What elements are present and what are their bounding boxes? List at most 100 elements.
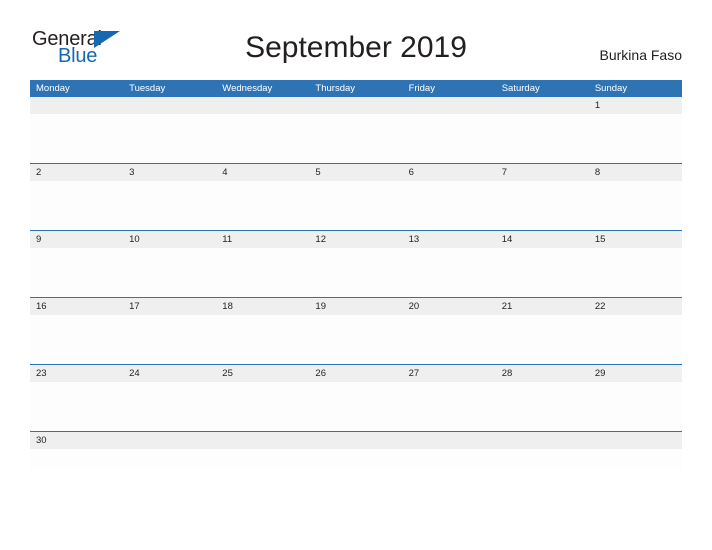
day-cell-number[interactable]: 18 [216, 298, 309, 315]
day-notes-cell[interactable] [589, 449, 682, 469]
day-cell-number[interactable]: 30 [30, 432, 123, 449]
day-cell-number[interactable] [30, 97, 123, 114]
day-cell-number[interactable]: 28 [496, 365, 589, 382]
day-notes-cell[interactable] [496, 315, 589, 364]
day-cell-number[interactable] [496, 432, 589, 449]
week-row: 1 [30, 97, 682, 163]
day-notes-cell[interactable] [123, 315, 216, 364]
weekday-header-tuesday: Tuesday [129, 83, 166, 94]
day-cell-number[interactable] [403, 432, 496, 449]
day-notes-cell[interactable] [403, 382, 496, 431]
day-cell-number[interactable] [496, 97, 589, 114]
week-notes-area [30, 382, 682, 431]
week-date-strip: 16 17 18 19 20 21 22 [30, 298, 682, 315]
day-cell-number[interactable] [403, 97, 496, 114]
day-cell-number[interactable]: 5 [309, 164, 402, 181]
day-cell-number[interactable]: 19 [309, 298, 402, 315]
week-notes-area [30, 315, 682, 364]
day-cell-number[interactable]: 10 [123, 231, 216, 248]
day-notes-cell[interactable] [30, 181, 123, 230]
day-notes-cell[interactable] [216, 248, 309, 297]
day-notes-cell[interactable] [123, 449, 216, 469]
day-cell-number[interactable]: 24 [123, 365, 216, 382]
day-notes-cell[interactable] [30, 382, 123, 431]
day-notes-cell[interactable] [309, 114, 402, 163]
day-cell-number[interactable]: 13 [403, 231, 496, 248]
region-label: Burkina Faso [599, 47, 682, 63]
day-notes-cell[interactable] [309, 181, 402, 230]
day-notes-cell[interactable] [496, 248, 589, 297]
day-cell-number[interactable]: 26 [309, 365, 402, 382]
day-notes-cell[interactable] [403, 449, 496, 469]
day-notes-cell[interactable] [30, 248, 123, 297]
day-notes-cell[interactable] [309, 248, 402, 297]
day-notes-cell[interactable] [30, 114, 123, 163]
weekday-header-wednesday: Wednesday [222, 83, 273, 94]
day-cell-number[interactable] [123, 432, 216, 449]
day-notes-cell[interactable] [496, 449, 589, 469]
day-notes-cell[interactable] [309, 315, 402, 364]
day-notes-cell[interactable] [403, 114, 496, 163]
day-notes-cell[interactable] [123, 248, 216, 297]
day-cell-number[interactable]: 16 [30, 298, 123, 315]
day-cell-number[interactable] [309, 432, 402, 449]
week-notes-area [30, 449, 682, 469]
day-notes-cell[interactable] [30, 315, 123, 364]
week-row: 16 17 18 19 20 21 22 [30, 297, 682, 364]
day-cell-number[interactable]: 22 [589, 298, 682, 315]
week-row: 23 24 25 26 27 28 29 [30, 364, 682, 431]
day-cell-number[interactable]: 21 [496, 298, 589, 315]
day-cell-number[interactable]: 14 [496, 231, 589, 248]
day-notes-cell[interactable] [123, 382, 216, 431]
day-cell-number[interactable]: 12 [309, 231, 402, 248]
weekday-header-saturday: Saturday [501, 83, 540, 94]
day-notes-cell[interactable] [589, 315, 682, 364]
day-notes-cell[interactable] [589, 114, 682, 163]
day-notes-cell[interactable] [496, 382, 589, 431]
day-cell-number[interactable]: 7 [496, 164, 589, 181]
day-cell-number[interactable]: 3 [123, 164, 216, 181]
day-cell-number[interactable]: 15 [589, 231, 682, 248]
day-notes-cell[interactable] [123, 114, 216, 163]
day-cell-number[interactable]: 25 [216, 365, 309, 382]
weekday-header-thursday: Thursday [315, 83, 356, 94]
day-cell-number[interactable]: 23 [30, 365, 123, 382]
day-notes-cell[interactable] [589, 382, 682, 431]
day-cell-number[interactable]: 11 [216, 231, 309, 248]
day-cell-number[interactable] [216, 97, 309, 114]
week-notes-area [30, 248, 682, 297]
calendar-page: General Blue September 2019 Burkina Faso… [0, 0, 712, 550]
day-cell-number[interactable]: 29 [589, 365, 682, 382]
day-cell-number[interactable]: 27 [403, 365, 496, 382]
day-notes-cell[interactable] [216, 449, 309, 469]
day-notes-cell[interactable] [216, 181, 309, 230]
day-notes-cell[interactable] [403, 315, 496, 364]
day-notes-cell[interactable] [216, 114, 309, 163]
day-notes-cell[interactable] [309, 382, 402, 431]
week-date-strip: 1 [30, 97, 682, 114]
day-cell-number[interactable]: 8 [589, 164, 682, 181]
day-cell-number[interactable] [216, 432, 309, 449]
day-notes-cell[interactable] [216, 315, 309, 364]
day-cell-number[interactable]: 17 [123, 298, 216, 315]
day-cell-number[interactable] [309, 97, 402, 114]
day-notes-cell[interactable] [496, 114, 589, 163]
day-cell-number[interactable]: 9 [30, 231, 123, 248]
day-notes-cell[interactable] [403, 248, 496, 297]
day-cell-number[interactable] [123, 97, 216, 114]
day-cell-number[interactable]: 4 [216, 164, 309, 181]
day-notes-cell[interactable] [30, 449, 123, 469]
day-notes-cell[interactable] [123, 181, 216, 230]
day-notes-cell[interactable] [589, 248, 682, 297]
day-cell-number[interactable]: 6 [403, 164, 496, 181]
day-notes-cell[interactable] [589, 181, 682, 230]
day-cell-number[interactable]: 1 [589, 97, 682, 114]
day-notes-cell[interactable] [216, 382, 309, 431]
day-cell-number[interactable] [589, 432, 682, 449]
week-date-strip: 30 [30, 432, 682, 449]
day-notes-cell[interactable] [403, 181, 496, 230]
day-notes-cell[interactable] [309, 449, 402, 469]
day-cell-number[interactable]: 2 [30, 164, 123, 181]
day-cell-number[interactable]: 20 [403, 298, 496, 315]
day-notes-cell[interactable] [496, 181, 589, 230]
